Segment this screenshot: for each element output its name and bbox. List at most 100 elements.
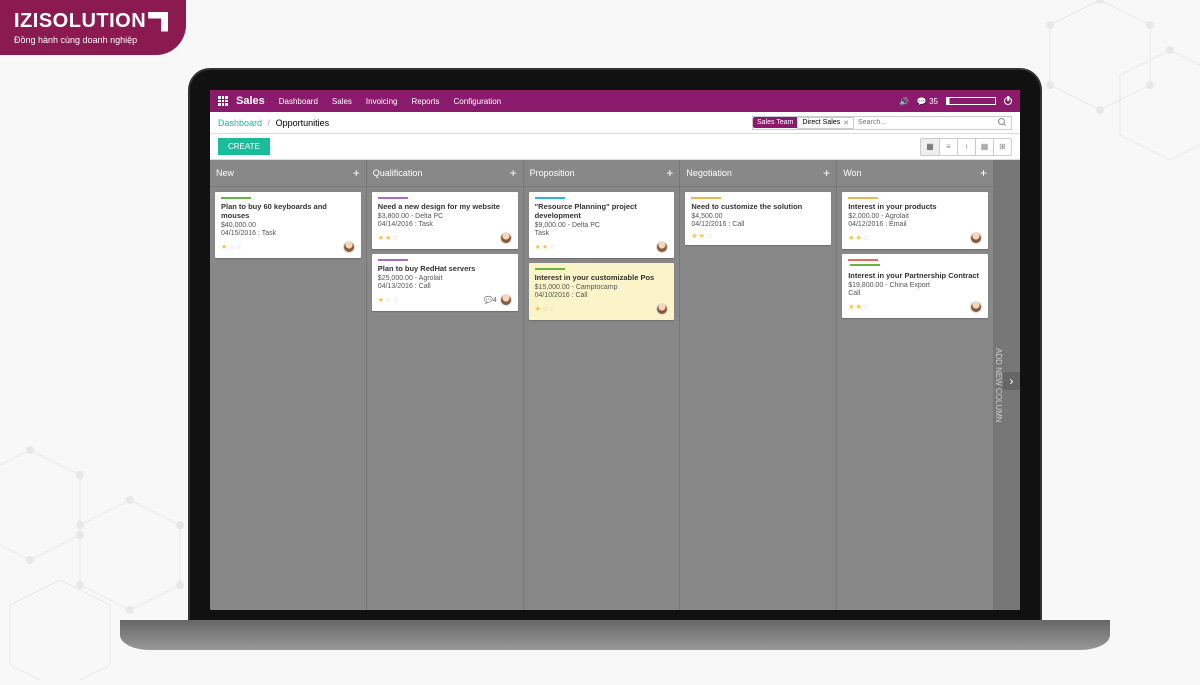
- card-title: Need a new design for my website: [378, 202, 512, 211]
- view-graph[interactable]: ⫮: [957, 139, 975, 155]
- brand-badge: IZISOLUTION Đồng hành cùng doanh nghiệp: [0, 0, 186, 55]
- card-stars[interactable]: ★★☆: [535, 243, 557, 251]
- chevron-right-icon[interactable]: ›: [1003, 372, 1020, 390]
- card-avatar[interactable]: [500, 232, 512, 244]
- card-stars[interactable]: ★☆☆: [378, 296, 400, 304]
- card-title: "Resource Planning" project development: [535, 202, 669, 220]
- search-icon[interactable]: [998, 118, 1008, 128]
- card-stars[interactable]: ★★☆: [848, 234, 870, 242]
- column-add-icon[interactable]: +: [666, 166, 673, 180]
- card-avatar[interactable]: [656, 241, 668, 253]
- column-add-icon[interactable]: +: [823, 166, 830, 180]
- kanban-column: New + Plan to buy 60 keyboards and mouse…: [210, 160, 367, 610]
- card-avatar[interactable]: [343, 241, 355, 253]
- column-header: Qualification +: [367, 160, 523, 187]
- kanban-card[interactable]: Interest in your Partnership Contract $1…: [842, 254, 988, 318]
- power-icon[interactable]: [1004, 97, 1012, 105]
- kanban-card[interactable]: "Resource Planning" project development …: [529, 192, 675, 258]
- card-footer: ★☆☆ 💬4: [378, 294, 512, 306]
- sound-icon[interactable]: 🔊: [899, 97, 909, 106]
- kanban-board: New + Plan to buy 60 keyboards and mouse…: [210, 160, 1020, 610]
- card-footer: ★★☆: [848, 232, 982, 244]
- card-messages[interactable]: 💬4: [484, 296, 497, 304]
- card-title: Interest in your customizable Pos: [535, 273, 669, 282]
- brand-arrow-icon: [148, 12, 168, 32]
- column-add-icon[interactable]: +: [980, 166, 987, 180]
- card-color-bar: [691, 197, 721, 199]
- view-list[interactable]: ≡: [939, 139, 957, 155]
- column-add-icon[interactable]: +: [510, 166, 517, 180]
- menu-invoicing[interactable]: Invoicing: [366, 97, 398, 106]
- card-meta: 04/13/2016 : Call: [378, 283, 512, 290]
- card-color-bar: [848, 259, 878, 261]
- column-body: Plan to buy 60 keyboards and mouses $40,…: [210, 187, 366, 610]
- view-switcher: ▦ ≡ ⫮ ▦ ⊞: [920, 138, 1012, 156]
- filter-value: Direct Sales✕: [797, 117, 854, 129]
- card-color-bar: [535, 197, 565, 199]
- column-header: Won +: [837, 160, 993, 187]
- menu-sales[interactable]: Sales: [332, 97, 352, 106]
- card-avatar[interactable]: [970, 232, 982, 244]
- top-menu: Dashboard Sales Invoicing Reports Config…: [279, 97, 501, 106]
- card-meta: 04/10/2016 : Call: [535, 292, 669, 299]
- kanban-card[interactable]: Plan to buy RedHat servers $25,000.00 - …: [372, 254, 518, 311]
- menu-reports[interactable]: Reports: [411, 97, 439, 106]
- card-stars[interactable]: ★★☆: [691, 232, 713, 240]
- kanban-card[interactable]: Need to customize the solution $4,500.00…: [685, 192, 831, 245]
- breadcrumb: Dashboard / Opportunities: [218, 118, 329, 128]
- breadcrumb-parent[interactable]: Dashboard: [218, 118, 262, 128]
- add-column-strip[interactable]: ›ADD NEW COLUMN: [994, 160, 1020, 610]
- card-title: Interest in your Partnership Contract: [848, 271, 982, 280]
- card-subtitle: $40,000.00: [221, 222, 355, 229]
- filter-remove-icon[interactable]: ✕: [843, 119, 849, 127]
- view-pivot[interactable]: ⊞: [993, 139, 1011, 155]
- create-button[interactable]: CREATE: [218, 138, 270, 155]
- card-stars[interactable]: ★☆☆: [535, 305, 557, 313]
- kanban-card[interactable]: Interest in your customizable Pos $15,00…: [529, 263, 675, 320]
- breadcrumb-current: Opportunities: [276, 118, 330, 128]
- card-footer: ★★☆: [691, 232, 825, 240]
- card-stars[interactable]: ★★☆: [848, 303, 870, 311]
- card-subtitle: $3,800.00 - Delta PC: [378, 213, 512, 220]
- brand-name: IZISOLUTION: [14, 10, 146, 33]
- card-avatar[interactable]: [656, 303, 668, 315]
- card-subtitle: $25,000.00 - Agrolait: [378, 275, 512, 282]
- view-calendar[interactable]: ▦: [975, 139, 993, 155]
- column-title: Proposition: [530, 168, 667, 178]
- card-footer: ★★☆: [378, 232, 512, 244]
- card-stars[interactable]: ★★☆: [378, 234, 400, 242]
- card-color-bar: [378, 197, 408, 199]
- kanban-card[interactable]: Need a new design for my website $3,800.…: [372, 192, 518, 249]
- top-nav: Sales Dashboard Sales Invoicing Reports …: [210, 90, 1020, 112]
- card-subtitle: $15,000.00 - Camptocamp: [535, 284, 669, 291]
- card-title: Interest in your products: [848, 202, 982, 211]
- messages-icon[interactable]: 💬 35: [917, 97, 938, 106]
- column-header: New +: [210, 160, 366, 187]
- menu-configuration[interactable]: Configuration: [454, 97, 502, 106]
- view-kanban[interactable]: ▦: [921, 139, 939, 155]
- card-footer: ★★☆: [535, 241, 669, 253]
- card-color-bar: [848, 197, 878, 199]
- card-avatar[interactable]: [500, 294, 512, 306]
- menu-dashboard[interactable]: Dashboard: [279, 97, 318, 106]
- card-footer: ★☆☆: [535, 303, 669, 315]
- column-add-icon[interactable]: +: [353, 166, 360, 180]
- search-input[interactable]: [854, 119, 998, 126]
- column-body: Need a new design for my website $3,800.…: [367, 187, 523, 610]
- apps-icon[interactable]: [218, 96, 228, 106]
- progress-bar[interactable]: [946, 97, 996, 105]
- column-body: Need to customize the solution $4,500.00…: [680, 187, 836, 610]
- app-title: Sales: [236, 95, 265, 107]
- kanban-column: Negotiation + Need to customize the solu…: [680, 160, 837, 610]
- sub-bar: Dashboard / Opportunities Sales Team Dir…: [210, 112, 1020, 134]
- card-avatar[interactable]: [970, 301, 982, 313]
- card-subtitle: $9,000.00 - Delta PC: [535, 222, 669, 229]
- search-wrap[interactable]: Sales Team Direct Sales✕: [752, 116, 1012, 130]
- card-title: Plan to buy 60 keyboards and mouses: [221, 202, 355, 220]
- column-title: New: [216, 168, 353, 178]
- kanban-card[interactable]: Plan to buy 60 keyboards and mouses $40,…: [215, 192, 361, 258]
- kanban-card[interactable]: Interest in your products $2,000.00 - Ag…: [842, 192, 988, 249]
- kanban-column: Proposition + "Resource Planning" projec…: [524, 160, 681, 610]
- card-stars[interactable]: ★☆☆: [221, 243, 243, 251]
- card-meta: 04/12/2016 : Call: [691, 221, 825, 228]
